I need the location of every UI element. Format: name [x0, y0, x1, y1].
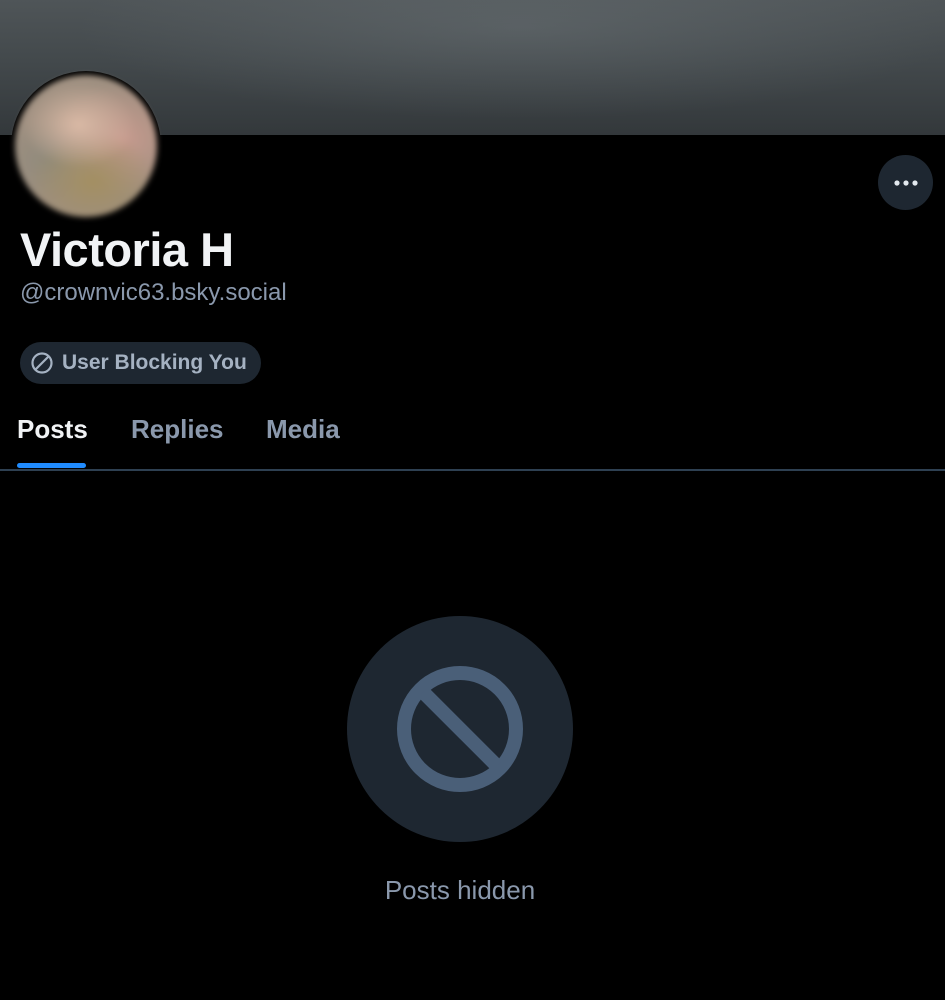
block-icon [397, 666, 523, 792]
blocking-status-label: User Blocking You [62, 351, 247, 374]
posts-hidden-message: Posts hidden [384, 875, 536, 905]
user-handle[interactable]: @crownvic63.bsky.social [20, 279, 287, 307]
profile-tabs: Posts Replies Media [0, 400, 945, 470]
block-icon [31, 352, 53, 374]
profile-page: Victoria H @crownvic63.bsky.social User … [0, 0, 945, 1000]
ellipsis-icon [893, 179, 918, 186]
posts-hidden-icon-container [347, 616, 573, 842]
active-tab-indicator [17, 463, 86, 468]
tab-replies[interactable]: Replies [131, 414, 224, 445]
tab-posts[interactable]: Posts [17, 414, 88, 445]
more-options-button[interactable] [878, 155, 933, 210]
tab-media[interactable]: Media [266, 414, 340, 445]
blocking-status-badge[interactable]: User Blocking You [20, 342, 261, 384]
avatar-image [15, 75, 157, 217]
tabs-divider [0, 469, 945, 471]
avatar[interactable] [11, 71, 161, 221]
display-name: Victoria H [20, 223, 234, 276]
